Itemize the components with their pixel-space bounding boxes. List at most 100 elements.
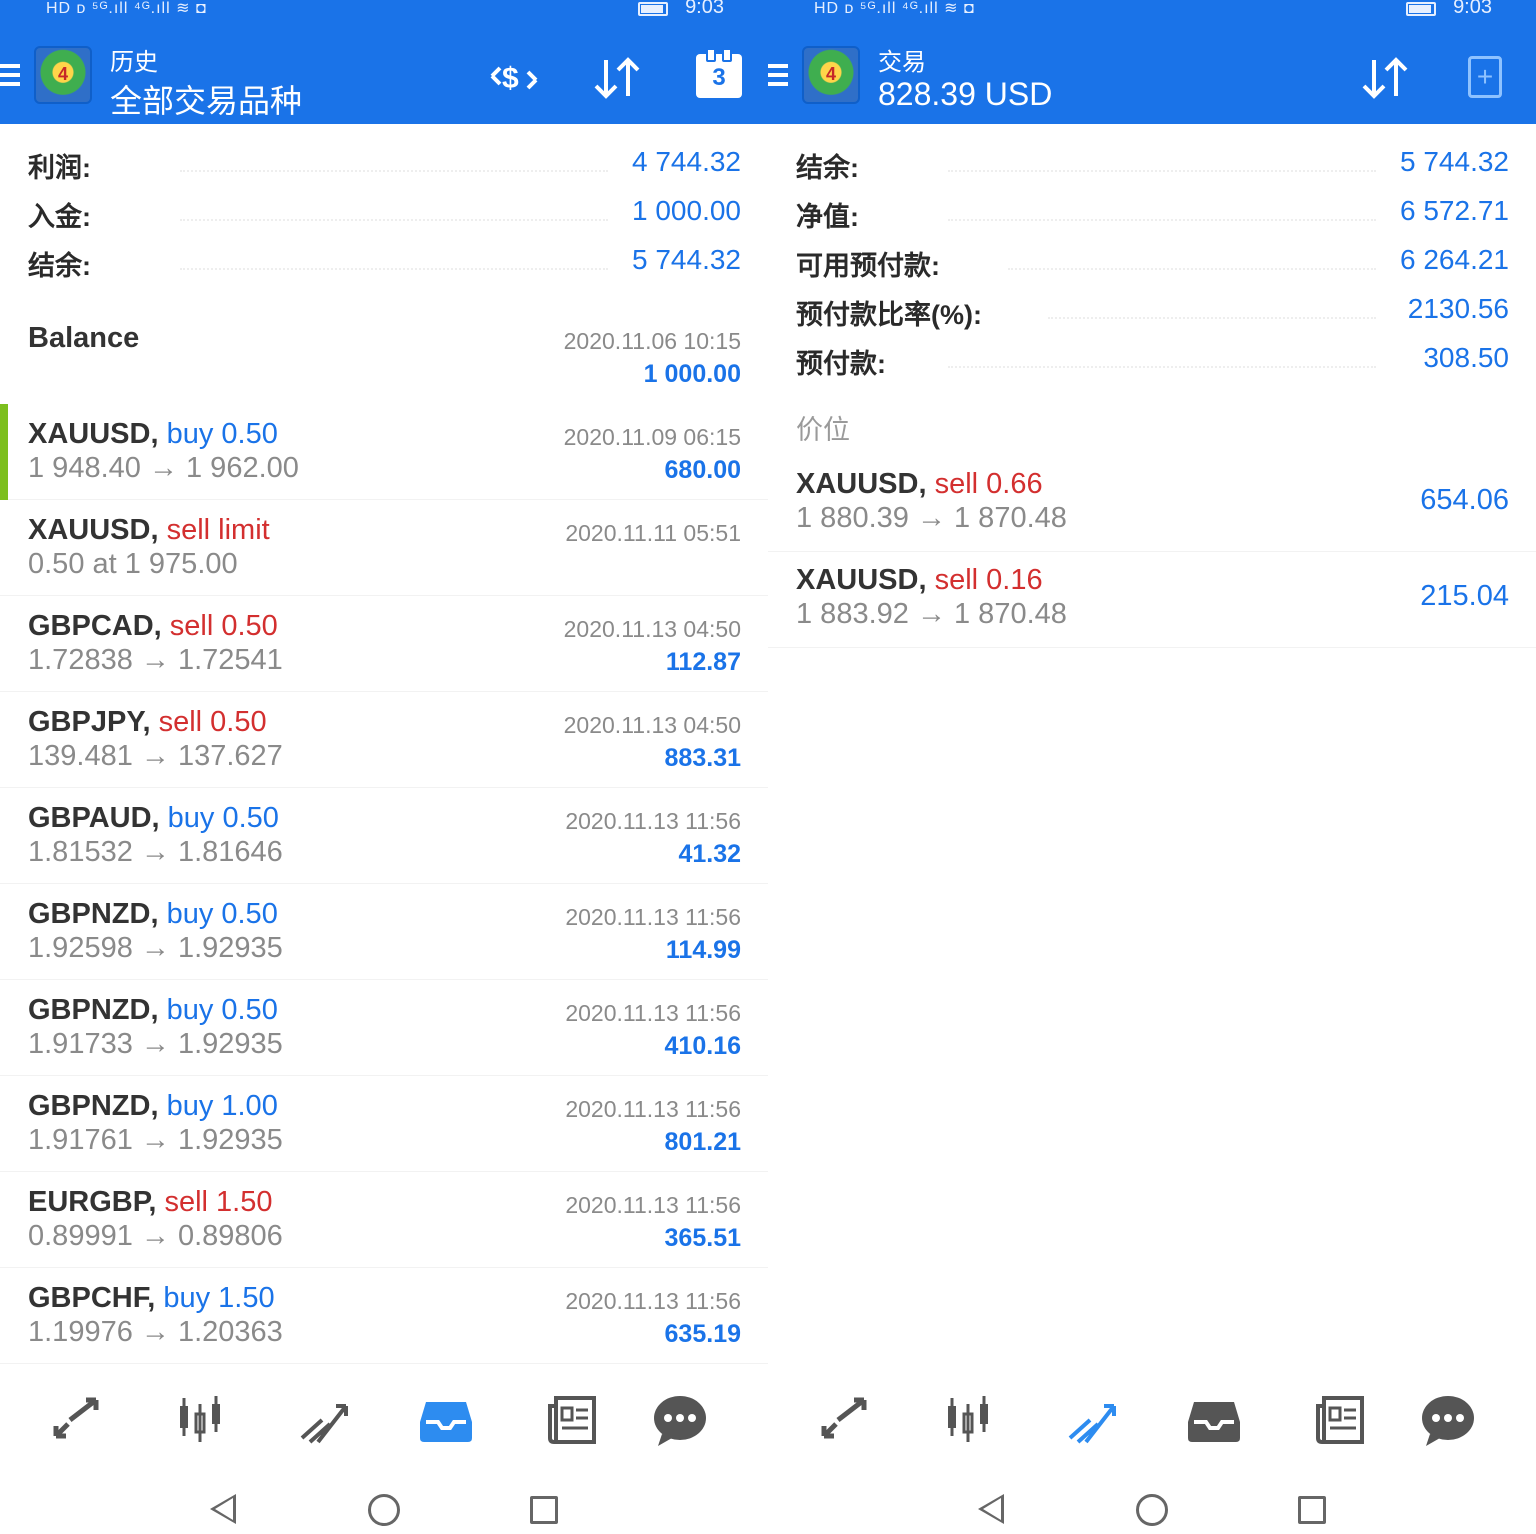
- app-bar: 交易 828.39 USD: [768, 22, 1536, 124]
- history-icon[interactable]: [414, 1392, 478, 1456]
- summary-value: 1 000.00: [632, 195, 741, 226]
- symbol-filter-title[interactable]: 全部交易品种: [110, 76, 302, 122]
- summary-label: 入金:: [28, 202, 91, 232]
- app-bar: 历史 全部交易品种 $ 3: [0, 22, 768, 124]
- deal-symbol: GBPNZD,: [28, 898, 159, 930]
- recent-apps-icon[interactable]: [530, 1496, 558, 1524]
- profit-title: 828.39 USD: [878, 76, 1053, 112]
- summary-label: 结余:: [796, 153, 859, 183]
- deal-side: buy 0.50: [166, 418, 278, 450]
- summary-row-profit: 利润: 4 744.32: [0, 140, 768, 189]
- deal-profit: 635.19: [664, 1320, 741, 1348]
- deal-symbol: GBPCHF,: [28, 1282, 156, 1314]
- system-navigation: [0, 1480, 768, 1534]
- deal-prices: 1.92598 → 1.92935: [28, 932, 283, 964]
- balance-operation[interactable]: Balance 2020.11.06 10:15 1 000.00: [0, 314, 768, 404]
- deal-symbol: GBPJPY,: [28, 706, 151, 738]
- deal-date: 2020.11.13 11:56: [565, 1192, 741, 1218]
- new-order-icon[interactable]: [1468, 56, 1502, 98]
- back-icon[interactable]: [978, 1494, 1004, 1524]
- position-row[interactable]: XAUUSD, sell 0.66 1 880.39 → 1 870.48 65…: [768, 456, 1536, 552]
- deal-row[interactable]: GBPCAD, sell 0.50 1.72838 → 1.72541 2020…: [0, 596, 768, 692]
- summary-label: 预付款:: [796, 349, 886, 379]
- messages-icon[interactable]: [1416, 1392, 1480, 1456]
- metatrader-logo-icon: [34, 46, 92, 104]
- deal-date: 2020.11.13 11:56: [565, 1288, 741, 1314]
- history-icon[interactable]: [1182, 1392, 1246, 1456]
- deal-row[interactable]: GBPNZD, buy 0.50 1.91733 → 1.92935 2020.…: [0, 980, 768, 1076]
- deal-prices: 0.89991 → 0.89806: [28, 1220, 283, 1252]
- deal-profit: 410.16: [664, 1032, 741, 1060]
- deal-profit: 883.31: [664, 744, 741, 772]
- svg-text:$: $: [502, 62, 519, 95]
- trade-icon[interactable]: [292, 1392, 356, 1456]
- summary-label: 利润:: [28, 153, 91, 183]
- home-icon[interactable]: [1136, 1494, 1168, 1526]
- deal-prices: 1.19976 → 1.20363: [28, 1316, 283, 1348]
- deal-prices: 1 948.40 → 1 962.00: [28, 452, 299, 484]
- history-screen: HD ᴅ ⁵ᴳ.ıll ⁴ᴳ.ıll ≋ ◘ 9:03 历史 全部交易品种 $ …: [0, 0, 768, 1534]
- deal-side: sell 0.50: [158, 706, 267, 738]
- sort-icon[interactable]: [592, 56, 644, 107]
- trade-icon[interactable]: [1060, 1392, 1124, 1456]
- position-row[interactable]: XAUUSD, sell 0.16 1 883.92 → 1 870.48 21…: [768, 552, 1536, 648]
- position-profit: 215.04: [1420, 580, 1509, 612]
- balance-amount: 1 000.00: [643, 360, 741, 388]
- news-icon[interactable]: [540, 1392, 604, 1456]
- calendar-icon[interactable]: 3: [696, 48, 742, 98]
- deal-row[interactable]: XAUUSD, sell limit 0.50 at 1 975.00 2020…: [0, 500, 768, 596]
- deal-profit: 680.00: [664, 456, 741, 484]
- screen-subtitle: 交易: [878, 49, 926, 76]
- position-side: sell 0.16: [934, 564, 1043, 596]
- deal-date: 2020.11.13 11:56: [565, 1096, 741, 1122]
- deal-row[interactable]: GBPNZD, buy 1.00 1.91761 → 1.92935 2020.…: [0, 1076, 768, 1172]
- quotes-icon[interactable]: [44, 1392, 108, 1456]
- deal-date: 2020.11.11 05:51: [565, 520, 741, 546]
- deal-side: buy 0.50: [166, 994, 278, 1026]
- deal-date: 2020.11.13 04:50: [563, 616, 741, 642]
- deal-date: 2020.11.13 11:56: [565, 904, 741, 930]
- deal-list: XAUUSD, buy 0.50 1 948.40 → 1 962.00 202…: [0, 404, 768, 1364]
- deal-side: buy 0.50: [167, 802, 279, 834]
- deal-profit: 41.32: [678, 840, 741, 868]
- system-navigation: [768, 1480, 1536, 1534]
- deal-row[interactable]: XAUUSD, buy 0.50 1 948.40 → 1 962.00 202…: [0, 404, 768, 500]
- trade-screen: HD ᴅ ⁵ᴳ.ıll ⁴ᴳ.ıll ≋ ◘ 9:03 交易 828.39 US…: [768, 0, 1536, 1534]
- clock: 9:03: [1453, 0, 1492, 18]
- sort-icon[interactable]: [1360, 56, 1412, 107]
- recent-apps-icon[interactable]: [1298, 1496, 1326, 1524]
- deal-profit: 365.51: [664, 1224, 741, 1252]
- deal-row[interactable]: GBPAUD, buy 0.50 1.81532 → 1.81646 2020.…: [0, 788, 768, 884]
- deal-row[interactable]: GBPNZD, buy 0.50 1.92598 → 1.92935 2020.…: [0, 884, 768, 980]
- position-side: sell 0.66: [934, 468, 1043, 500]
- position-prices: 1 880.39 → 1 870.48: [796, 502, 1067, 534]
- back-icon[interactable]: [210, 1494, 236, 1524]
- account-summary: 结余: 5 744.32 净值: 6 572.71 可用预付款: 6 264.2…: [768, 140, 1536, 385]
- news-icon[interactable]: [1308, 1392, 1372, 1456]
- position-symbol: XAUUSD,: [796, 468, 927, 500]
- summary-label: 结余:: [28, 251, 91, 281]
- deal-prices: 1.91733 → 1.92935: [28, 1028, 283, 1060]
- deal-date: 2020.11.13 11:56: [565, 1000, 741, 1026]
- summary-row-equity: 净值: 6 572.71: [768, 189, 1536, 238]
- messages-icon[interactable]: [648, 1392, 712, 1456]
- home-icon[interactable]: [368, 1494, 400, 1526]
- summary-label: 净值:: [796, 202, 859, 232]
- deal-side: buy 1.50: [163, 1282, 275, 1314]
- summary-row-margin-level: 预付款比率(%): 2130.56: [768, 287, 1536, 336]
- deal-row[interactable]: EURGBP, sell 1.50 0.89991 → 0.89806 2020…: [0, 1172, 768, 1268]
- chart-candles-icon[interactable]: [168, 1392, 232, 1456]
- summary-row-balance: 结余: 5 744.32: [768, 140, 1536, 189]
- screen-subtitle: 历史: [110, 49, 158, 76]
- menu-icon[interactable]: [0, 64, 20, 86]
- quotes-icon[interactable]: [812, 1392, 876, 1456]
- balance-title: Balance: [28, 322, 140, 354]
- menu-icon[interactable]: [768, 64, 788, 86]
- positions-list: XAUUSD, sell 0.66 1 880.39 → 1 870.48 65…: [768, 456, 1536, 648]
- deal-row[interactable]: GBPCHF, buy 1.50 1.19976 → 1.20363 2020.…: [0, 1268, 768, 1364]
- deal-symbol: GBPNZD,: [28, 1090, 159, 1122]
- chart-candles-icon[interactable]: [936, 1392, 1000, 1456]
- currency-exchange-icon[interactable]: $: [486, 56, 542, 107]
- deal-row[interactable]: GBPJPY, sell 0.50 139.481 → 137.627 2020…: [0, 692, 768, 788]
- summary-row-deposit: 入金: 1 000.00: [0, 189, 768, 238]
